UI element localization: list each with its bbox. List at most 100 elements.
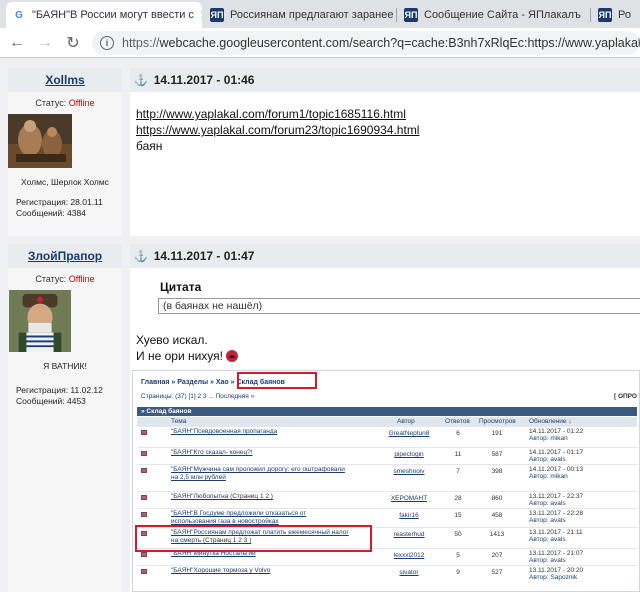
message-count: Сообщений: 4384 xyxy=(16,208,86,218)
topic-title[interactable]: "БАЯН"В Госдуме предложили отказаться от xyxy=(171,510,306,517)
tab-2[interactable]: ЯП Россиянам предлагают заранее ✕ xyxy=(204,2,394,28)
post-header: ⚓ 14.11.2017 - 01:46 xyxy=(130,68,640,92)
yaplakal-icon: ЯП xyxy=(404,8,418,22)
update-author[interactable]: Автор: avals xyxy=(529,517,583,524)
topic-cell[interactable]: "БАЯН"Кто сказал- конец?! xyxy=(171,449,253,457)
row-divider xyxy=(137,565,637,566)
author-header: Xollms xyxy=(8,68,122,92)
username-link[interactable]: Xollms xyxy=(45,73,84,87)
table-row: "БАЯН"Псевдовоенная пропаганда GreatNeptu… xyxy=(137,426,637,445)
reload-icon[interactable]: ↻ xyxy=(62,32,84,54)
close-tab-icon[interactable]: ✕ xyxy=(581,9,588,22)
topic-title[interactable]: "БАЯН"Псевдовоенная пропаганда xyxy=(171,428,277,435)
row-divider xyxy=(137,447,637,448)
topic-views: 398 xyxy=(491,468,503,475)
info-icon[interactable]: i xyxy=(100,35,114,50)
tab-3[interactable]: ЯП Сообщение Сайта - ЯПлакалъ ✕ xyxy=(398,2,588,28)
update-author[interactable]: Автор: avals xyxy=(529,557,583,564)
breadcrumb-item[interactable]: Хао xyxy=(216,379,229,386)
author-header: ЗлойПрапор xyxy=(8,244,122,268)
topic-title[interactable]: "БАЯН"Хорошие тормоза у Volvo xyxy=(171,567,270,574)
topic-author[interactable]: pipeclogin xyxy=(383,451,435,458)
topic-replies: 6 xyxy=(456,430,460,437)
tab-4[interactable]: ЯП Ро xyxy=(592,2,640,28)
update-author[interactable]: Автор: mikan xyxy=(529,473,583,480)
topic-views: 207 xyxy=(491,552,503,559)
post-divider xyxy=(122,244,130,592)
topic-title[interactable]: "БАЯН"Мужчина сам проложил дорогу: его о… xyxy=(171,466,345,473)
pagination[interactable]: Страницы: (37) [1] 2 3 ... Последняя » xyxy=(141,393,254,400)
quote-title: Цитата xyxy=(160,280,202,294)
topic-title[interactable]: "БАЯН"Кто сказал- конец?! xyxy=(171,449,253,456)
post-body: http://www.yaplakal.com/forum1/topic1685… xyxy=(130,106,640,154)
tab-divider xyxy=(590,8,591,22)
tab-active[interactable]: G "БАЯН"В России могут ввести с ✕ xyxy=(6,2,202,28)
quote-box: (в баянах не нашёл) xyxy=(158,298,640,314)
status-offline: Offline xyxy=(68,274,95,284)
topic-views: 527 xyxy=(491,569,503,576)
update-author[interactable]: Автор: mikan xyxy=(529,435,583,442)
avatar[interactable] xyxy=(8,290,72,352)
yaplakal-icon: ЯП xyxy=(210,8,224,22)
topic-icon xyxy=(141,451,147,456)
update-author[interactable]: Автор: avals xyxy=(529,456,583,463)
topic-author[interactable]: lexxxl2012 xyxy=(383,552,435,559)
topic-views: 191 xyxy=(491,430,503,437)
url-scheme: https:// xyxy=(122,35,160,50)
update-author[interactable]: Автор: Sapoznik xyxy=(529,574,583,581)
back-arrow-icon[interactable]: ← xyxy=(6,32,28,54)
topic-update: 13.11.2017 - 22:37 Автор: avals xyxy=(529,493,583,507)
topic-cell[interactable]: "БАЯН"Мужчина сам проложил дорогу: его о… xyxy=(171,466,345,482)
registration-date: Регистрация: 28.01.11 xyxy=(16,197,103,207)
topic-cell[interactable]: "БАЯН"Любопытна (Страниц 1 2 ) xyxy=(171,493,273,501)
tab-title: "БАЯН"В России могут ввести с xyxy=(32,9,194,21)
post-date: 14.11.2017 - 01:47 xyxy=(153,249,255,263)
post-text-line: И не ори нихуя! xyxy=(136,348,640,364)
topic-replies: 7 xyxy=(456,468,460,475)
topic-views: 1413 xyxy=(489,531,505,538)
topic-pages[interactable]: (Страниц 1 2 ) xyxy=(228,493,273,500)
poll-link[interactable]: [ ОПРО xyxy=(614,393,637,400)
row-divider xyxy=(137,491,637,492)
topic-author[interactable]: GreatNeptun8 xyxy=(383,430,435,437)
status-label: Статус: xyxy=(35,98,67,108)
topic-cell[interactable]: "БАЯН"Хорошие тормоза у Volvo xyxy=(171,567,270,575)
topic-author[interactable]: smeshnoiv xyxy=(383,468,435,475)
topic-title-cont[interactable]: использования газа в новостройках xyxy=(171,518,279,525)
topic-title-cont[interactable]: на 2,5 млн рублей xyxy=(171,474,226,481)
close-tab-icon[interactable]: ✕ xyxy=(194,9,202,22)
username-link[interactable]: ЗлойПрапор xyxy=(28,249,102,263)
topic-author[interactable]: sivator xyxy=(383,569,435,576)
forward-arrow-icon[interactable]: → xyxy=(34,32,56,54)
update-date: 14.11.2017 - 00:13 xyxy=(529,466,584,473)
highlight-box xyxy=(135,525,372,552)
avatar[interactable] xyxy=(8,114,72,168)
update-date: 13.11.2017 - 21:07 xyxy=(529,550,584,557)
topic-update: 13.11.2017 - 20:20 Автор: Sapoznik xyxy=(529,567,583,581)
address-bar[interactable]: i https://webcache.googleusercontent.com… xyxy=(92,30,640,55)
category-header: » Склад баянов xyxy=(137,407,637,416)
breadcrumb-item[interactable]: Главная xyxy=(141,379,169,386)
col-update: Обновление ↓ xyxy=(529,418,572,425)
table-row: "БАЯН"Хорошие тормоза у Volvo sivator 9 527… xyxy=(137,565,637,584)
status-offline: Offline xyxy=(68,98,95,108)
update-date: 13.11.2017 - 20:20 xyxy=(529,567,584,574)
anchor-icon[interactable]: ⚓ xyxy=(134,250,148,263)
update-author[interactable]: Автор: avals xyxy=(529,500,583,507)
post-text: И не ори нихуя! xyxy=(136,349,224,363)
breadcrumb-item[interactable]: Разделы xyxy=(177,379,208,386)
topic-author[interactable]: fakir16 xyxy=(383,512,435,519)
topic-author[interactable]: reasterhud xyxy=(383,531,435,538)
topic-author[interactable]: ХЕРОМАНТ xyxy=(383,495,435,502)
post-link[interactable]: https://www.yaplakal.com/forum23/topic16… xyxy=(136,123,419,137)
avatar-caption: Я ВАТНИК! xyxy=(43,361,87,371)
post-link[interactable]: http://www.yaplakal.com/forum1/topic1685… xyxy=(136,107,406,121)
topic-cell[interactable]: "БАЯН"Псевдовоенная пропаганда xyxy=(171,428,277,436)
close-tab-icon[interactable]: ✕ xyxy=(394,9,395,22)
embedded-screenshot: Главная » Разделы » Хао » Склад баянов С… xyxy=(132,370,640,592)
update-author[interactable]: Автор: avals xyxy=(529,536,583,543)
tab-title: Сообщение Сайта - ЯПлакалъ xyxy=(424,9,581,21)
topic-cell[interactable]: "БАЯН"В Госдуме предложили отказаться от… xyxy=(171,510,306,526)
anchor-icon[interactable]: ⚓ xyxy=(134,74,148,87)
topic-title[interactable]: "БАЯН"Любопытна xyxy=(171,493,228,500)
